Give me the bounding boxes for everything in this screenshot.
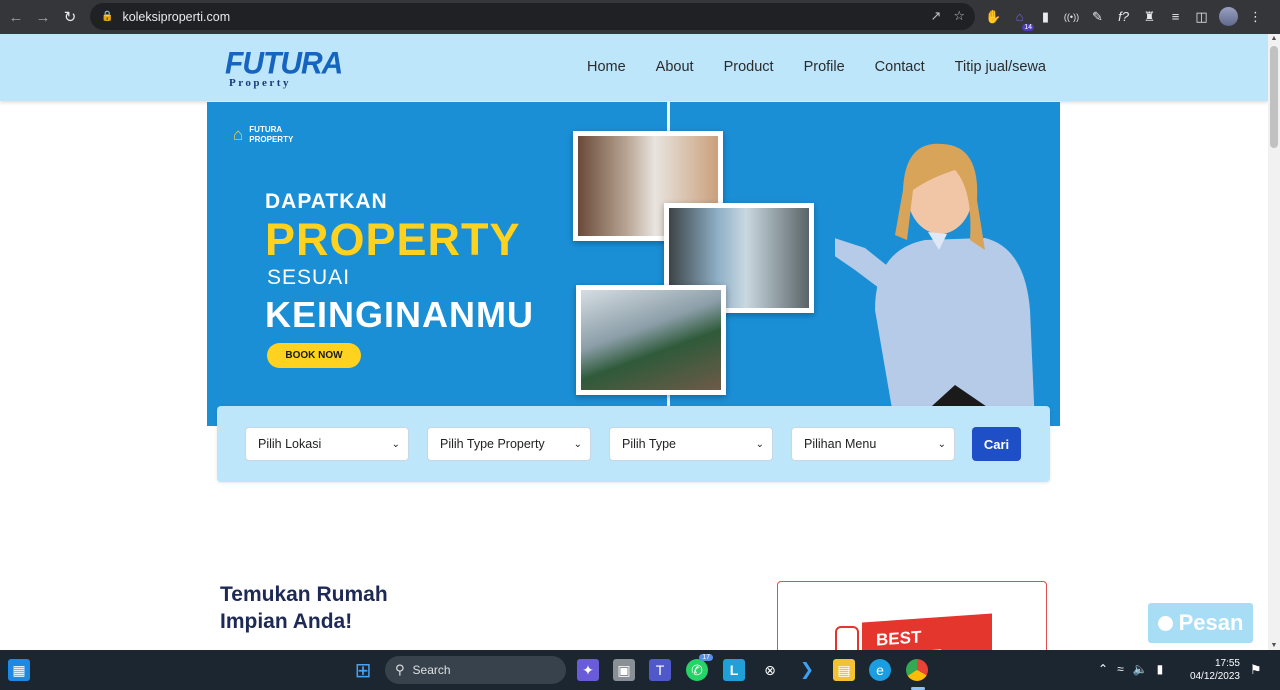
scroll-up-arrow-icon[interactable]: ▲: [1270, 35, 1278, 42]
extension-radio-icon[interactable]: ((•)): [1063, 8, 1080, 25]
hero-line1: DAPATKAN: [265, 190, 388, 213]
type-select[interactable]: Pilih Type ⌄: [609, 427, 773, 461]
widgets-icon[interactable]: ▦: [8, 659, 30, 681]
url-text: koleksiproperti.com: [122, 9, 231, 24]
chevron-down-icon: ⌄: [573, 438, 582, 450]
cari-button[interactable]: Cari: [972, 427, 1021, 461]
menu-select-value: Pilihan Menu: [804, 437, 877, 451]
page-scrollbar[interactable]: ▲ ▼: [1268, 34, 1280, 650]
taskbar-search[interactable]: ⚲ Search: [385, 656, 566, 684]
search-icon: ⚲: [395, 662, 405, 677]
hero-photo-pool: [576, 285, 726, 395]
main-menu: Home About Product Profile Contact Titip…: [587, 59, 1046, 75]
scrollbar-thumb[interactable]: [1270, 46, 1278, 148]
site-logo[interactable]: FUTURA Property: [225, 46, 343, 89]
extensions-puzzle-icon[interactable]: ♜: [1141, 8, 1158, 25]
hero-line3: SESUAI: [267, 266, 351, 289]
headline-line2: Impian Anda!: [220, 610, 353, 633]
headline-line1: Temukan Rumah: [220, 583, 388, 606]
teams-icon[interactable]: T: [649, 659, 671, 681]
thumbs-up-icon: [835, 626, 859, 650]
file-explorer-icon[interactable]: ▤: [833, 659, 855, 681]
extension-function-icon[interactable]: f?: [1115, 8, 1132, 25]
menu-contact[interactable]: Contact: [875, 59, 925, 75]
browser-menu-icon[interactable]: ⋮: [1247, 8, 1264, 25]
extension-house-icon[interactable]: ⌂ 14: [1011, 8, 1034, 31]
menu-product[interactable]: Product: [724, 59, 774, 75]
app-l-icon[interactable]: L: [723, 659, 745, 681]
battery-icon[interactable]: ▮: [1157, 662, 1164, 676]
browser-toolbar: ← → ↻ 🔒 koleksiproperti.com ↗ ☆ ✋ ⌂ 14 ▮ …: [0, 0, 1280, 34]
site-header: FUTURA Property Home About Product Profi…: [0, 34, 1268, 101]
side-panel-icon[interactable]: ◫: [1193, 8, 1210, 25]
chevron-down-icon: ⌄: [755, 438, 764, 450]
pesan-chat-button[interactable]: Pesan: [1148, 603, 1253, 643]
logo-main-text: FUTURA: [225, 46, 343, 81]
lokasi-select[interactable]: Pilih Lokasi ⌄: [245, 427, 409, 461]
house-icon: ⌂: [233, 125, 244, 144]
property-search-bar: Pilih Lokasi ⌄ Pilih Type Property ⌄ Pil…: [217, 406, 1050, 482]
chevron-down-icon: ⌄: [391, 438, 400, 450]
reading-list-icon[interactable]: ≡: [1167, 8, 1184, 25]
reload-icon[interactable]: ↻: [59, 6, 81, 28]
hero-line4: KEINGINANMU: [265, 294, 534, 335]
section-headline: Temukan Rumah Impian Anda!: [220, 581, 388, 635]
windows-taskbar: ▦ ⊞ ⚲ Search ✦ ▣ T ✆ 17 L ⊗ ❯ ▤ e ⌃ ≈ 🔈 ▮…: [0, 650, 1280, 690]
extension-bookmark-icon[interactable]: ▮: [1037, 8, 1054, 25]
chat-bubble-icon: [1157, 615, 1173, 631]
address-bar[interactable]: 🔒 koleksiproperti.com ↗ ☆: [90, 3, 975, 30]
xbox-icon[interactable]: ⊗: [759, 659, 781, 681]
menu-about[interactable]: About: [656, 59, 694, 75]
menu-profile[interactable]: Profile: [804, 59, 845, 75]
copilot-icon[interactable]: ✦: [577, 659, 599, 681]
forward-icon[interactable]: →: [32, 6, 54, 28]
volume-icon[interactable]: 🔈: [1133, 662, 1148, 676]
chevron-up-icon[interactable]: ⌃: [1098, 662, 1108, 676]
hero-woman-image: [835, 143, 1035, 426]
system-tray: ⌃ ≈ 🔈 ▮: [1098, 662, 1163, 676]
hero-banner: ⌂ FUTURA PROPERTY DAPATKAN PROPERTY SESU…: [207, 102, 1060, 426]
type-select-value: Pilih Type: [622, 437, 676, 451]
star-icon[interactable]: ☆: [953, 8, 965, 24]
menu-select[interactable]: Pilihan Menu ⌄: [791, 427, 955, 461]
clock-date: 04/12/2023: [1189, 671, 1240, 682]
chrome-icon[interactable]: [906, 659, 928, 681]
chevron-down-icon: ⌄: [937, 438, 946, 450]
profile-avatar[interactable]: [1219, 7, 1238, 26]
vscode-icon[interactable]: ❯: [796, 659, 818, 681]
webpage: FUTURA Property Home About Product Profi…: [0, 34, 1268, 650]
type-property-select-value: Pilih Type Property: [440, 437, 545, 451]
edge-icon[interactable]: e: [869, 659, 891, 681]
clock-time: 17:55: [1214, 658, 1240, 669]
extension-badge: 14: [1022, 24, 1034, 31]
menu-titip-jual-sewa[interactable]: Titip jual/sewa: [955, 59, 1046, 75]
type-property-select[interactable]: Pilih Type Property ⌄: [427, 427, 591, 461]
share-icon[interactable]: ↗: [930, 8, 941, 24]
extension-hand-icon[interactable]: ✋: [985, 8, 1002, 25]
hero-brand-line1: FUTURA: [249, 125, 283, 134]
best-choice-card[interactable]: BEST CHOICE: [777, 581, 1047, 650]
scroll-down-arrow-icon[interactable]: ▼: [1270, 642, 1278, 649]
clock[interactable]: 17:55 04/12/2023: [1190, 657, 1240, 683]
hero-brand: ⌂ FUTURA PROPERTY: [233, 125, 293, 145]
extension-pen-icon[interactable]: ✎: [1089, 8, 1106, 25]
taskbar-search-label: Search: [412, 663, 451, 677]
hero-line2: PROPERTY: [265, 214, 521, 265]
notification-bell-icon[interactable]: ⚑: [1250, 662, 1262, 678]
task-view-icon[interactable]: ▣: [613, 659, 635, 681]
wifi-icon[interactable]: ≈: [1117, 662, 1124, 676]
menu-home[interactable]: Home: [587, 59, 626, 75]
book-now-button[interactable]: BOOK NOW: [267, 343, 361, 368]
start-windows-icon[interactable]: ⊞: [352, 659, 374, 682]
whatsapp-icon[interactable]: ✆ 17: [686, 654, 713, 681]
lock-icon: 🔒: [101, 11, 114, 22]
back-icon[interactable]: ←: [5, 6, 27, 28]
whatsapp-badge: 17: [699, 654, 713, 661]
pesan-label: Pesan: [1178, 610, 1244, 635]
lokasi-select-value: Pilih Lokasi: [258, 437, 322, 451]
best-choice-ribbon: BEST CHOICE: [862, 613, 992, 650]
hero-brand-line2: PROPERTY: [249, 135, 294, 144]
